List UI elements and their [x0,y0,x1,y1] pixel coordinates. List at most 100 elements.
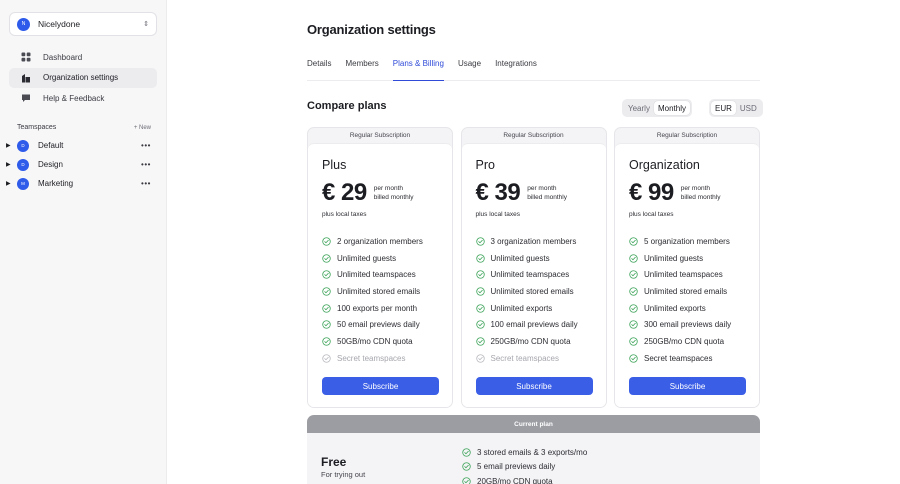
plan-body: Organization € 99 per month billed monthly p… [615,143,759,407]
check-circle-icon [462,448,471,457]
plan-feature: Unlimited exports [475,300,592,317]
currency-toggle: EUR USD [709,99,763,117]
plan-card-plus: Regular Subscription Plus € 29 per month bil… [307,127,453,408]
plan-feature: 3 organization members [475,233,592,250]
page-title: Organization settings [307,22,436,37]
billed-monthly: billed monthly [680,194,721,201]
teamspace-label: Marketing [38,179,74,188]
check-circle-icon [475,253,485,263]
plan-feature-text: Secret teamspaces [490,353,559,363]
plan-feature: 250GB/mo CDN quota [475,333,592,350]
workspace-switcher[interactable]: N Nicelydone ⇕ [9,12,157,36]
plan-feature: Unlimited stored emails [322,283,438,300]
teamspace-label: Default [38,141,64,150]
check-circle-icon [322,337,331,346]
plan-feature-text: 50 email previews daily [337,320,420,330]
more-icon[interactable]: ••• [139,141,153,150]
check-circle-icon [475,287,485,296]
check-circle-icon [629,253,638,263]
subscribe-button[interactable]: Subscribe [629,377,746,395]
plan-features: 3 organization members Unlimited guests Un… [475,233,592,367]
currency-option-usd[interactable]: USD [736,101,761,115]
sidebar-item-label: Organization settings [43,73,119,82]
sidebar-item-organization-settings[interactable]: Organization settings [9,67,157,88]
price-row: € 99 per month billed monthly [629,180,745,206]
plan-feature-text: Unlimited exports [644,303,706,313]
plan-card-organization: Regular Subscription Organization € 99 per … [614,127,760,408]
settings-tabs: Details Members Plans & Billing Usage In… [307,58,760,81]
chevron-right-icon[interactable]: ▶ [6,142,14,149]
plan-card-pro: Regular Subscription Pro € 39 per month bill… [460,127,607,408]
workspace-name: Nicelydone [38,19,81,29]
more-icon[interactable]: ••• [139,160,153,169]
plan-feature-text: Unlimited guests [644,253,704,263]
plan-body: Plus € 29 per month billed monthly plus loca… [308,143,452,407]
subscribe-button[interactable]: Subscribe [475,377,593,395]
plan-features: 5 organization members Unlimited guests Un… [629,233,745,367]
plan-feature: Unlimited teamspaces [475,266,592,283]
billed-monthly: billed monthly [527,194,567,201]
plan-feature: Unlimited teamspaces [322,266,438,283]
teamspace-list: ▶ D Default ••• ▶ D Design ••• ▶ M Marke… [6,136,157,193]
tab-plans-billing[interactable]: Plans & Billing [392,58,444,81]
subscribe-button[interactable]: Subscribe [322,377,439,395]
currency-option-eur[interactable]: EUR [711,101,736,115]
teamspaces-header: Teamspaces + New [9,124,157,131]
plan-feature-text: Unlimited guests [490,253,550,263]
plan-body: Pro € 39 per month billed monthly plus local… [461,143,606,407]
plan-feature-text: 100 exports per month [337,303,418,313]
chevron-updown-icon: ⇕ [143,21,149,28]
per-month: per month [680,185,710,192]
check-circle-icon [629,237,638,246]
teamspace-item-design[interactable]: ▶ D Design ••• [6,155,157,174]
check-circle-icon [462,462,471,471]
plan-feature-text: 50GB/mo CDN quota [337,336,413,346]
plan-feature: Secret teamspaces [475,350,592,367]
plan-feature-text: Unlimited guests [337,253,397,263]
plan-feature: Unlimited exports [629,300,745,317]
teamspace-label: Design [38,160,63,169]
teamspace-item-default[interactable]: ▶ D Default ••• [6,136,157,155]
per-month: per month [527,185,557,192]
tab-usage[interactable]: Usage [458,58,481,81]
period-option-monthly[interactable]: Monthly [653,101,690,115]
current-plan-feature: 5 email previews daily [462,460,587,475]
price-period: per month billed monthly [374,184,414,202]
check-circle-icon [322,303,331,313]
plan-price: € 99 [629,179,674,206]
check-circle-icon [322,270,331,279]
check-circle-icon [322,237,331,246]
tab-details[interactable]: Details [307,58,331,81]
new-teamspace-button[interactable]: + New [134,125,151,131]
per-month: per month [373,185,403,192]
teamspace-badge: M [17,177,29,190]
current-plan-features: 3 stored emails & 3 exports/mo 5 email pr… [462,445,587,484]
plan-feature-text: 250GB/mo CDN quota [644,336,725,346]
plan-feature-text: Unlimited stored emails [644,286,728,296]
plan-feature-text: Unlimited teamspaces [644,270,723,280]
billing-period-toggle: Yearly Monthly [622,99,692,117]
period-option-yearly[interactable]: Yearly [624,101,654,115]
tab-integrations[interactable]: Integrations [495,58,537,81]
plan-tax-note: plus local taxes [322,211,367,218]
chevron-right-icon[interactable]: ▶ [6,161,14,168]
sidebar: N Nicelydone ⇕ Dashboard Organization se… [0,0,167,484]
teamspace-badge: D [17,158,29,171]
teamspace-badge: D [17,139,29,152]
current-plan-feature-text: 20GB/mo CDN quota [477,476,553,484]
more-icon[interactable]: ••• [139,179,153,188]
plan-feature-text: Unlimited stored emails [337,286,421,296]
current-plan-subtitle: For trying out [321,470,366,479]
plan-feature: Unlimited stored emails [629,283,745,300]
sidebar-item-help-feedback[interactable]: Help & Feedback [9,88,157,108]
check-circle-icon [475,270,485,279]
plan-cards: Regular Subscription Plus € 29 per month bil… [307,127,760,408]
sidebar-item-dashboard[interactable]: Dashboard [9,47,157,67]
plan-features: 2 organization members Unlimited guests Un… [322,233,438,367]
billed-monthly: billed monthly [373,194,414,201]
plan-header: Regular Subscription [656,132,718,139]
plan-price: € 39 [475,179,521,206]
chevron-right-icon[interactable]: ▶ [6,180,14,187]
tab-members[interactable]: Members [345,58,378,81]
teamspace-item-marketing[interactable]: ▶ M Marketing ••• [6,174,157,193]
